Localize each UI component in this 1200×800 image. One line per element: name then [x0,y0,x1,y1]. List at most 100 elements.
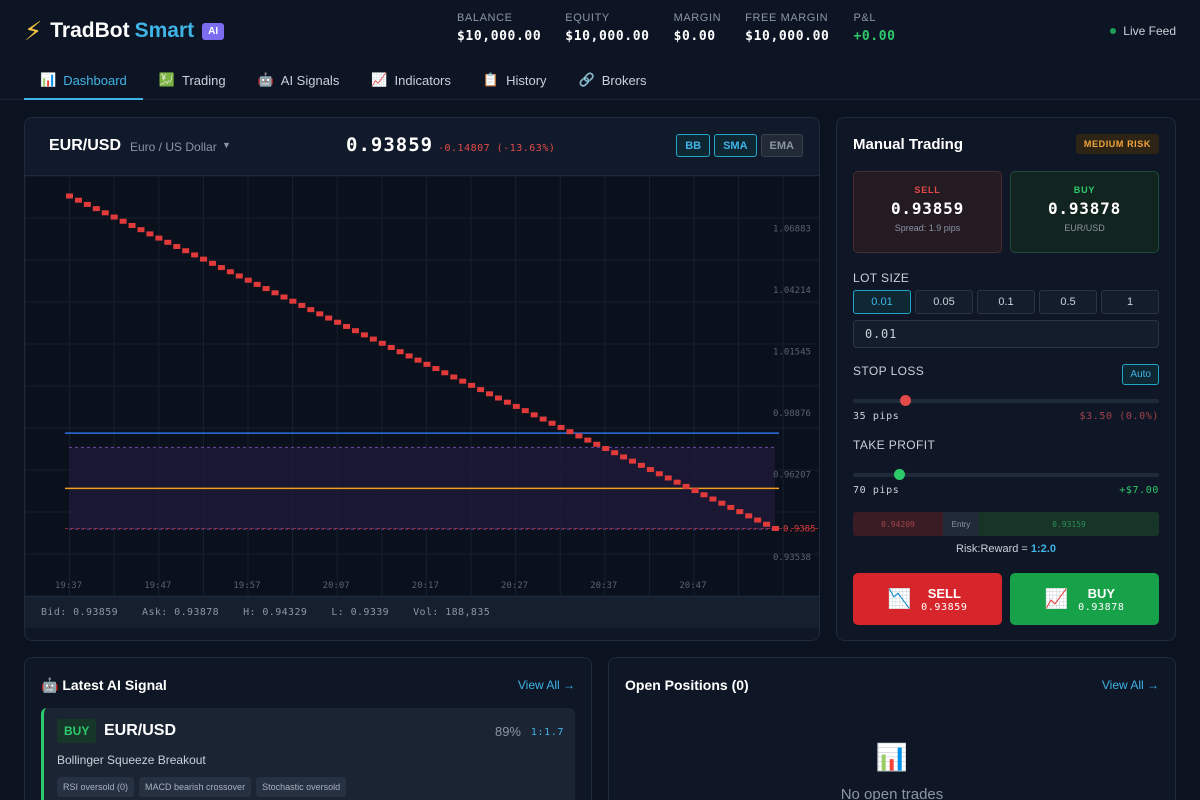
candle [226,269,234,275]
candle [396,349,404,355]
spread-text: Spread: 1.9 pips [894,223,961,233]
robot-icon: 🤖 [257,72,274,87]
lot-preset-button[interactable]: 0.5 [1039,290,1097,314]
signal-pair: EUR/USD [104,722,177,739]
risk-badge: MEDIUM RISK [1075,134,1159,154]
lot-size-input[interactable]: 0.01 [853,320,1159,348]
stat-value: $10,000.00 [565,29,650,44]
link-icon: 🔗 [578,72,595,87]
candle [575,433,583,439]
buy-button-label: BUY [1087,585,1116,601]
candle [101,210,109,216]
view-all-signals-link[interactable]: View All → [518,678,575,692]
stat-value: $10,000.00 [745,29,830,44]
take-profit-slider[interactable] [853,469,1159,480]
candle [772,525,779,531]
tab-label: Indicators [394,72,451,88]
candle [66,193,73,199]
buy-button[interactable]: 📈 BUY 0.93878 [1010,573,1159,625]
candle [280,294,288,300]
stat-pnl: P&L +0.00 [853,12,895,44]
manual-trading-panel: Manual Trading MEDIUM RISK SELL 0.93859 … [836,117,1176,641]
view-all-positions-link[interactable]: View All → [1102,678,1159,692]
x-tick-label: 20:07 [323,581,350,591]
slider-handle[interactable] [900,395,912,406]
tab-trading[interactable]: 💹 Trading [143,62,242,100]
buy-button-price: 0.93878 [1078,601,1125,613]
toggle-ema[interactable]: EMA [760,134,803,157]
candle [655,471,663,477]
panel-title: Open Positions (0) [625,677,749,693]
pair-symbol[interactable]: EUR/USD [49,137,121,155]
take-profit-values: 70 pips +$7.00 [853,485,1159,496]
candle [208,260,216,266]
candle [486,391,494,397]
x-tick-label: 19:37 [55,581,82,591]
candle [74,197,82,203]
candle [83,201,91,207]
candle [682,483,690,489]
stop-loss-slider[interactable] [853,395,1159,406]
price-change: -0.14807 (-13.63%) [438,143,556,154]
slider-handle[interactable] [893,469,905,480]
live-dot-icon [1110,28,1117,34]
ask-readout: Ask: 0.93878 [142,607,220,618]
pair-description: Euro / US Dollar [130,140,217,154]
x-tick-label: 20:17 [412,581,439,591]
lightning-icon: ⚡ [24,16,43,46]
stat-value: $0.00 [673,29,716,44]
candle [387,345,395,351]
lot-preset-button[interactable]: 1 [1101,290,1159,314]
candle [557,424,565,430]
candle [754,517,762,523]
rr-ratio: 1:2.0 [1030,543,1056,555]
brand-logo[interactable]: ⚡ TradBot Smart AI [24,14,225,48]
candle [164,239,172,245]
lot-preset-button[interactable]: 0.01 [853,290,911,314]
stat-label: FREE MARGIN [745,12,829,24]
volume-readout: Vol: 188,835 [413,607,491,618]
buy-quote[interactable]: BUY 0.93878 EUR/USD [1010,171,1159,253]
tab-label: Trading [181,72,226,88]
candle [512,403,520,409]
candle [155,235,163,241]
signal-direction-badge: BUY [57,719,97,743]
tab-history[interactable]: 📋 History [467,62,563,100]
signal-card[interactable]: BUY EUR/USD 89% 1:1.7 Bollinger Squeeze … [41,708,575,800]
high-readout: H: 0.94329 [243,607,308,618]
rr-entry: Entry [943,512,979,536]
sell-button-text: SELL 0.93859 [921,586,967,613]
empty-state-text: No open trades [840,786,944,800]
x-tick-label: 20:47 [679,581,706,591]
risk-reward-text: Risk:Reward = 1:2.0 [853,543,1159,555]
candle [763,521,771,527]
take-profit-label: TAKE PROFIT [853,438,936,452]
toggle-bb[interactable]: BB [676,134,711,157]
candle [629,458,637,464]
chevron-down-icon[interactable]: ▼ [222,140,231,150]
tab-brokers[interactable]: 🔗 Brokers [563,62,663,100]
lot-preset-button[interactable]: 0.1 [977,290,1035,314]
candle [423,361,431,367]
tab-indicators[interactable]: 📈 Indicators [355,62,467,100]
tab-ai-signals[interactable]: 🤖 AI Signals [242,62,356,100]
buy-quote-label: BUY [1073,185,1096,195]
sell-quote[interactable]: SELL 0.93859 Spread: 1.9 pips [853,171,1002,253]
main-nav: 📊 Dashboard 💹 Trading 🤖 AI Signals 📈 Ind… [24,62,663,100]
candle [351,328,359,334]
candle [146,231,154,237]
candle [414,357,422,363]
tp-amount: +$7.00 [1119,485,1159,496]
signal-tag: RSI oversold (0) [57,777,135,797]
candle [110,214,118,220]
toggle-sma[interactable]: SMA [714,134,757,157]
price-chart[interactable]: 1.06883 1.04214 1.01545 0.98876 0.96207 0.935… [25,175,819,597]
tab-dashboard[interactable]: 📊 Dashboard [24,62,143,100]
candle [521,408,529,414]
sl-amount: $3.50 (0.0%) [1079,411,1159,422]
lot-preset-button[interactable]: 0.05 [915,290,973,314]
candle [119,218,127,224]
clipboard-icon: 📋 [482,72,500,87]
auto-sl-button[interactable]: Auto [1122,364,1159,385]
sell-button[interactable]: 📉 SELL 0.93859 [853,573,1002,625]
